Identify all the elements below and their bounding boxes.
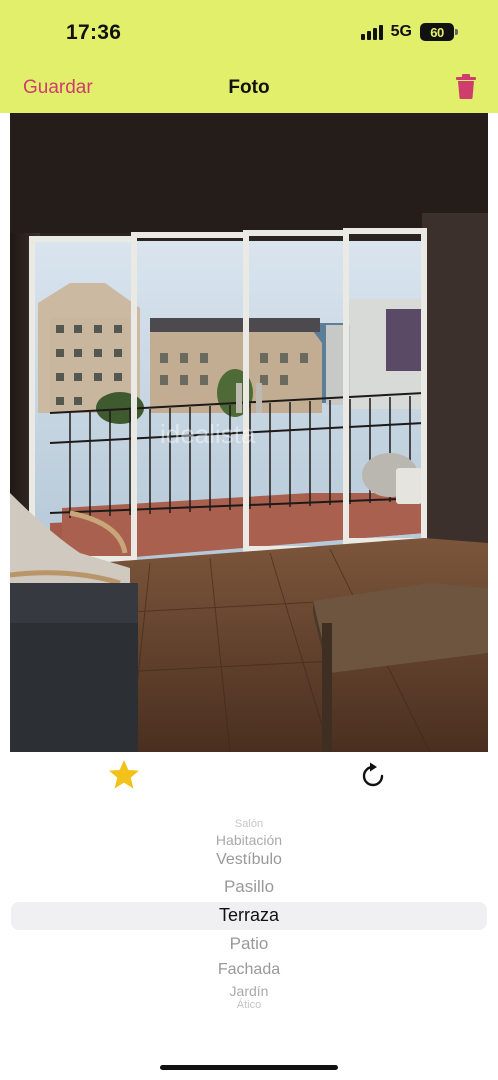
delete-button[interactable]: [456, 74, 476, 104]
watermark-text: idealista: [160, 419, 256, 449]
home-indicator[interactable]: [160, 1065, 338, 1070]
save-button[interactable]: Guardar: [23, 77, 93, 99]
picker-option[interactable]: Fachada: [0, 961, 498, 979]
picker-option[interactable]: Pasillo: [0, 877, 498, 897]
picker-option[interactable]: Salón: [0, 818, 498, 830]
status-time: 17:36: [66, 21, 122, 44]
picker-option-selected[interactable]: Terraza: [0, 905, 498, 926]
rotate-icon: [362, 762, 384, 787]
trash-icon: [456, 74, 476, 99]
picker-option[interactable]: Jardín: [0, 983, 498, 999]
network-type: 5G: [390, 23, 412, 40]
battery-icon: 60: [420, 23, 458, 41]
top-bar: 17:36 5G 60 Guardar Foto: [0, 0, 498, 113]
room-photo: idealista: [10, 113, 488, 752]
picker-option[interactable]: Vestíbulo: [0, 851, 498, 869]
battery-level: 60: [430, 24, 444, 40]
picker-option[interactable]: Patio: [0, 934, 498, 954]
favorite-button[interactable]: [108, 759, 140, 796]
room-type-picker[interactable]: Salón Habitación Vestíbulo Pasillo Terra…: [0, 810, 498, 1010]
picker-option[interactable]: Habitación: [0, 832, 498, 848]
rotate-button[interactable]: [361, 762, 385, 793]
cellular-signal-icon: [360, 24, 383, 40]
picker-option[interactable]: Ático: [0, 999, 498, 1010]
star-icon: [109, 760, 139, 789]
status-indicators: 5G 60: [360, 23, 458, 41]
